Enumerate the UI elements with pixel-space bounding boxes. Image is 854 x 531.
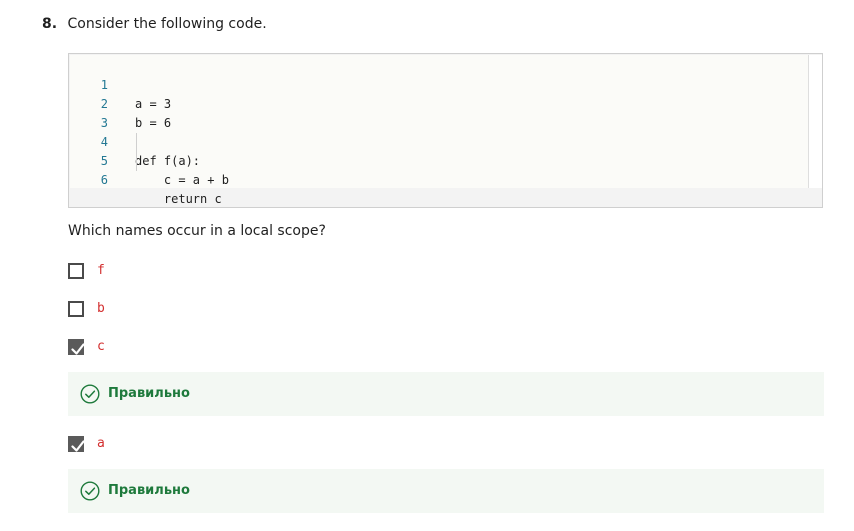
checkbox[interactable] bbox=[68, 301, 84, 317]
line-number: 6 bbox=[100, 173, 108, 187]
checkbox-checked[interactable] bbox=[68, 436, 85, 452]
code-scrollbar[interactable] bbox=[808, 55, 822, 188]
option-label[interactable]: b bbox=[97, 300, 105, 318]
checkmark-icon bbox=[71, 440, 85, 452]
code-block: 1 a = 3 2 b = 6 3 4 def f(a): 5 c = a + … bbox=[68, 53, 823, 208]
checkmark-icon bbox=[71, 343, 85, 355]
question-header: 8. Consider the following code. bbox=[42, 15, 267, 33]
code-editor[interactable]: 1 a = 3 2 b = 6 3 4 def f(a): 5 c = a + … bbox=[70, 55, 809, 206]
line-code: return c bbox=[135, 192, 222, 206]
feedback-text: Правильно bbox=[108, 386, 190, 401]
code-line: 6 return c bbox=[70, 152, 222, 206]
checkbox-checked[interactable] bbox=[68, 339, 85, 355]
line-code: a = 3 bbox=[135, 97, 172, 111]
line-code: c = a + b bbox=[135, 173, 229, 187]
checkbox[interactable] bbox=[68, 263, 84, 279]
code-line: 5 c = a + b bbox=[70, 133, 229, 187]
line-code: b = 6 bbox=[135, 116, 172, 130]
line-code: def f(a): bbox=[135, 154, 201, 168]
feedback-correct: Правильно bbox=[68, 469, 824, 513]
code-line: 3 bbox=[70, 95, 113, 130]
feedback-text: Правильно bbox=[108, 483, 190, 498]
indent-guide bbox=[136, 133, 137, 171]
check-circle-icon bbox=[80, 384, 100, 404]
code-line: 2 b = 6 bbox=[70, 76, 171, 130]
option-label[interactable]: a bbox=[97, 435, 105, 453]
code-line: 4 def f(a): bbox=[70, 114, 200, 168]
question-title: Consider the following code. bbox=[67, 16, 267, 32]
check-circle-icon bbox=[80, 481, 100, 501]
code-line: 1 a = 3 bbox=[70, 57, 171, 111]
question-prompt: Which names occur in a local scope? bbox=[68, 223, 326, 239]
feedback-correct: Правильно bbox=[68, 372, 824, 416]
option-label[interactable]: c bbox=[97, 338, 105, 356]
option-label[interactable]: f bbox=[97, 262, 105, 280]
question-number: 8. bbox=[42, 16, 58, 32]
